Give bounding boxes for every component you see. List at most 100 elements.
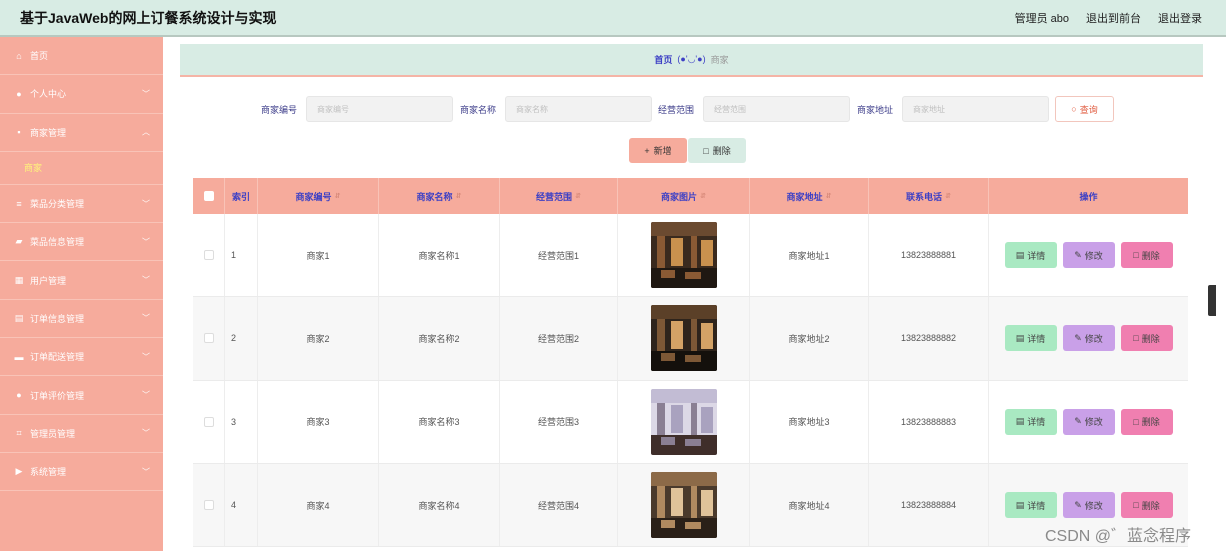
document-icon: ▤ (1015, 499, 1025, 510)
delete-button[interactable]: □ 删除 (1120, 492, 1173, 519)
breadcrumb-home[interactable]: 首页 (654, 53, 672, 66)
trash-icon: □ (1133, 333, 1139, 344)
breadcrumb-separator: (●'◡'●) (677, 54, 706, 64)
delete-button[interactable]: □ 删除 (1120, 242, 1173, 269)
trash-icon: □ (1133, 500, 1139, 511)
sort-icon: ⇵ (825, 193, 832, 200)
detail-button-label: 详情 (1027, 333, 1046, 344)
header-actions: 操作 (989, 178, 1188, 214)
sidebar-item-4[interactable]: ▰ 菜品信息管理 ﹀ (0, 223, 163, 262)
merchant-image[interactable] (650, 472, 717, 539)
cell-name: 商家名称2 (379, 297, 500, 380)
merchant-image[interactable] (650, 222, 717, 289)
sort-icon: ⇵ (945, 193, 951, 200)
cell-index: 4 (225, 463, 258, 547)
add-button[interactable]: + 新增 (629, 138, 687, 163)
chevron-up-icon: ︿ (142, 127, 150, 137)
search-icon: ○ (1071, 104, 1077, 114)
merchant-image[interactable] (650, 305, 717, 372)
merchant-image[interactable] (650, 388, 717, 455)
row-checkbox[interactable] (203, 250, 214, 261)
search-input-code[interactable] (306, 96, 453, 122)
header-phone[interactable]: 联系电话 ⇵ (869, 178, 989, 214)
sort-icon: ⇵ (575, 193, 581, 200)
admin-label: 管理员 abo (1014, 12, 1069, 25)
header-address[interactable]: 商家地址 ⇵ (750, 178, 869, 214)
breadcrumb: 首页 (●'◡'●) 商家 (180, 44, 1203, 77)
sidebar-item-label: 首页 (30, 51, 49, 62)
sidebar-item-6[interactable]: ▤ 订单信息管理 ﹀ (0, 300, 163, 339)
pencil-icon: ✎ (1074, 332, 1082, 343)
cell-scope: 经营范围3 (500, 380, 618, 463)
header-image[interactable]: 商家图片 ⇵ (618, 178, 750, 214)
header-scope[interactable]: 经营范围 ⇵ (500, 178, 618, 214)
header-label: 商家地址 (786, 191, 823, 202)
chevron-down-icon: ﹀ (142, 275, 150, 285)
edit-button[interactable]: ✎ 修改 (1062, 492, 1115, 519)
detail-button-label: 详情 (1027, 417, 1046, 428)
crop-icon: ⌗ (16, 427, 22, 438)
top-bar: 基于JavaWeb的网上订餐系统设计与实现 管理员 abo 退出到前台 退出登录 (0, 0, 1226, 37)
back-to-front-link[interactable]: 退出到前台 (1086, 10, 1141, 26)
pencil-icon: ✎ (1074, 249, 1082, 260)
cell-phone: 13823888881 (869, 214, 989, 297)
sidebar-item-7[interactable]: ▬ 订单配送管理 ﹀ (0, 338, 163, 377)
cell-code: 商家2 (258, 297, 379, 380)
scroll-handle[interactable] (1208, 285, 1216, 316)
cell-actions: ▤ 详情 ✎ 修改 □ 删除 (989, 381, 1188, 463)
delete-button[interactable]: □ 删除 (1120, 325, 1173, 352)
delete-button-label: 删除 (1141, 417, 1160, 428)
edit-button[interactable]: ✎ 修改 (1062, 242, 1115, 269)
header-code[interactable]: 商家编号 ⇵ (258, 178, 379, 214)
top-right-menu: 管理员 abo 退出到前台 退出登录 (1015, 10, 1202, 26)
sidebar-item-5[interactable]: ▦ 用户管理 ﹀ (0, 261, 163, 300)
cell-scope: 经营范围4 (500, 463, 618, 547)
query-button[interactable]: ○ 查询 (1055, 96, 1114, 122)
trash-icon: □ (1133, 416, 1139, 427)
edit-button[interactable]: ✎ 修改 (1062, 408, 1115, 435)
edit-button[interactable]: ✎ 修改 (1062, 325, 1115, 352)
document-icon: ▤ (1015, 249, 1025, 260)
row-checkbox[interactable] (203, 416, 214, 427)
row-select-cell (193, 214, 225, 297)
row-checkbox[interactable] (203, 333, 214, 344)
chevron-down-icon: ﹀ (142, 199, 150, 209)
cell-address: 商家地址4 (750, 463, 869, 547)
detail-button[interactable]: ▤ 详情 (1004, 242, 1057, 269)
cell-scope: 经营范围1 (500, 214, 618, 297)
document-icon: ▤ (1015, 332, 1025, 343)
sidebar-item-8[interactable]: ● 订单评价管理 ﹀ (0, 376, 163, 415)
sidebar-item-3[interactable]: ≡ 菜品分类管理 ﹀ (0, 185, 163, 224)
chevron-down-icon: ﹀ (142, 237, 150, 247)
cell-address: 商家地址3 (750, 380, 869, 463)
search-label-address: 商家地址 (857, 105, 894, 115)
search-input-address[interactable] (902, 96, 1049, 122)
header-label: 商家编号 (295, 191, 332, 202)
sidebar-subitem[interactable]: 商家 (0, 152, 163, 185)
sidebar-item-10[interactable]: ▶ 系统管理 ﹀ (0, 453, 163, 492)
header-label: 操作 (1079, 191, 1098, 202)
grid-icon: ▦ (14, 274, 24, 285)
row-checkbox[interactable] (203, 500, 214, 511)
cell-code: 商家1 (258, 214, 379, 297)
select-all-checkbox[interactable] (203, 191, 214, 201)
search-input-name[interactable] (505, 96, 652, 122)
search-input-scope[interactable] (703, 96, 850, 122)
sidebar-item-0[interactable]: ⌂ 首页 (0, 37, 163, 76)
cell-image (618, 214, 750, 297)
delete-button-label: 删除 (1141, 333, 1160, 344)
detail-button[interactable]: ▤ 详情 (1004, 492, 1057, 519)
sidebar-item-9[interactable]: ⌗ 管理员管理 ﹀ (0, 415, 163, 453)
table-header: 索引 商家编号 ⇵ 商家名称 ⇵ 经营范围 ⇵ 商家图片 ⇵ 商家地址 ⇵ 联系电话 ⇵ 操… (193, 178, 1188, 214)
batch-delete-button[interactable]: □ 删除 (688, 138, 746, 163)
document-icon: ▤ (14, 312, 24, 323)
header-index: 索引 (225, 178, 258, 214)
header-name[interactable]: 商家名称 ⇵ (379, 178, 500, 214)
delete-button[interactable]: □ 删除 (1120, 408, 1173, 435)
row-select-cell (193, 380, 225, 463)
detail-button[interactable]: ▤ 详情 (1004, 325, 1057, 352)
detail-button[interactable]: ▤ 详情 (1004, 408, 1057, 435)
logout-link[interactable]: 退出登录 (1158, 10, 1202, 26)
document-icon: ▤ (1015, 416, 1025, 427)
cell-phone: 13823888884 (869, 463, 989, 547)
